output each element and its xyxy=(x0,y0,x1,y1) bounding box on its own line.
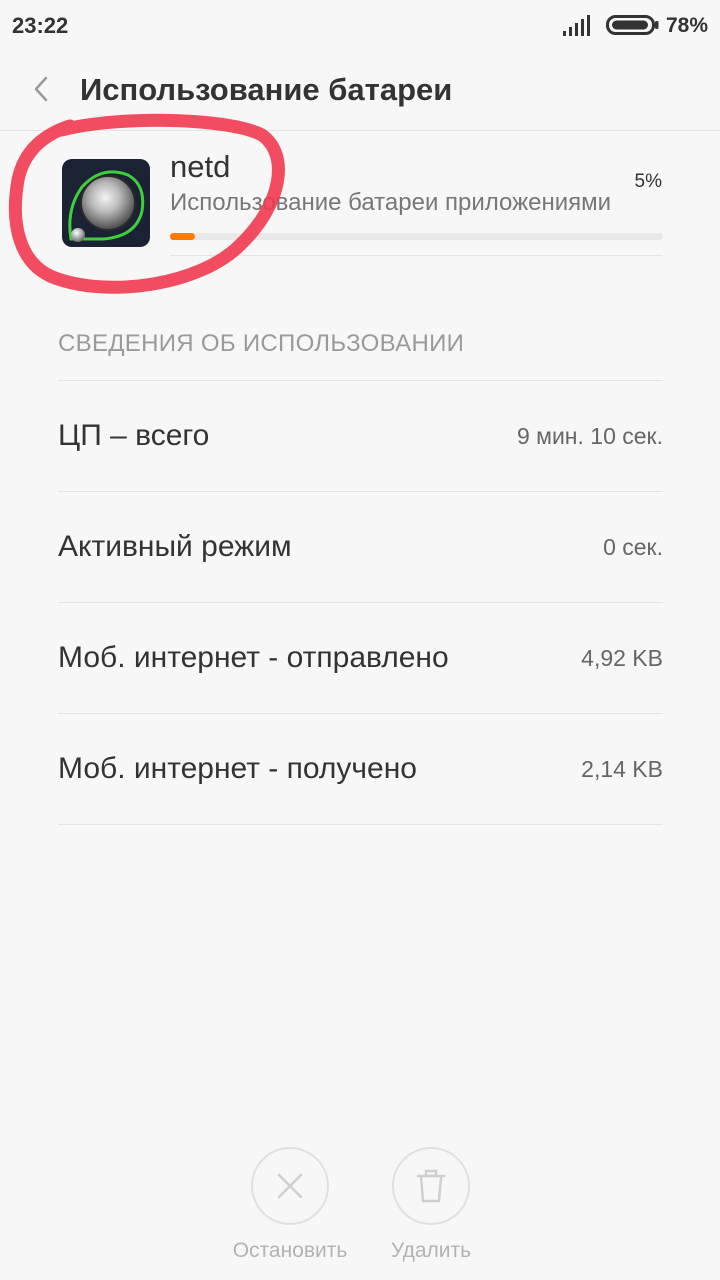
chevron-left-icon xyxy=(34,76,48,102)
list-item: Моб. интернет - получено 2,14 KB xyxy=(58,714,663,825)
delete-button-label[interactable]: Удалить xyxy=(351,1239,511,1263)
status-time: 23:22 xyxy=(12,13,69,38)
section-header: СВЕДЕНИЯ ОБ ИСПОЛЬЗОВАНИИ xyxy=(58,330,465,357)
netd-app-icon xyxy=(62,159,150,247)
usage-label: ЦП – всего xyxy=(58,419,210,452)
usage-label: Моб. интернет - отправлено xyxy=(58,641,449,674)
list-item: Моб. интернет - отправлено 4,92 KB xyxy=(58,603,663,714)
page-title: Использование батареи xyxy=(80,72,453,107)
trash-icon xyxy=(416,1169,446,1203)
stop-button-label[interactable]: Остановить xyxy=(210,1239,370,1263)
battery-usage-screen: 23:22 78% Использование батареи netd Исп… xyxy=(0,0,720,1280)
stop-button-circle[interactable] xyxy=(251,1147,329,1225)
divider xyxy=(170,255,663,256)
list-item: Активный режим 0 сек. xyxy=(58,492,663,603)
app-percent: 5% xyxy=(634,171,662,192)
usage-label: Моб. интернет - получено xyxy=(58,752,417,785)
stop-button[interactable]: Остановить xyxy=(210,1145,370,1263)
usage-label: Активный режим xyxy=(58,530,292,563)
list-item: ЦП – всего 9 мин. 10 сек. xyxy=(58,381,663,492)
usage-value: 4,92 KB xyxy=(581,645,663,671)
signal-icon xyxy=(563,15,590,36)
bottom-actions: Остановить Удалить xyxy=(0,1145,720,1275)
usage-progress-fill xyxy=(170,233,195,240)
delete-button[interactable]: Удалить xyxy=(351,1145,511,1263)
back-button[interactable] xyxy=(22,70,62,110)
usage-details-list: ЦП – всего 9 мин. 10 сек. Активный режим… xyxy=(58,381,663,825)
battery-icon xyxy=(606,15,659,35)
status-bar: 23:22 78% xyxy=(0,0,720,52)
title-bar: Использование батареи xyxy=(0,52,720,131)
close-icon xyxy=(277,1173,303,1199)
usage-progress-bar xyxy=(170,233,663,240)
app-subtitle: Использование батареи приложениями xyxy=(170,189,612,216)
battery-percent: 78% xyxy=(666,14,709,37)
app-name: netd xyxy=(170,149,231,184)
usage-value: 0 сек. xyxy=(603,534,663,560)
delete-button-circle[interactable] xyxy=(392,1147,470,1225)
usage-value: 9 мин. 10 сек. xyxy=(516,423,663,449)
usage-value: 2,14 KB xyxy=(581,756,663,782)
app-usage-row: netd Использование батареи приложениями … xyxy=(0,131,720,256)
